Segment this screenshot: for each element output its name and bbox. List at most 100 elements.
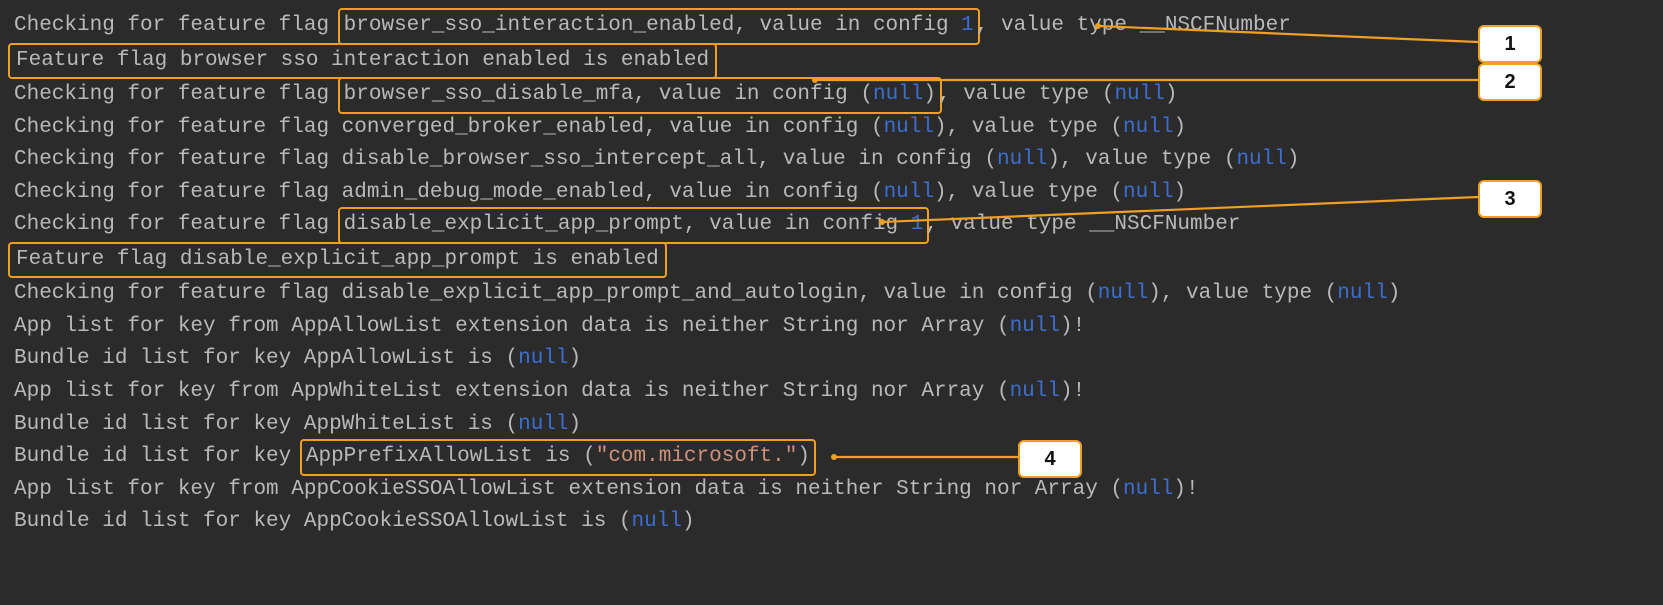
log-text: is ( (455, 347, 518, 370)
log-text: extension data is neither String nor Arr… (442, 380, 1009, 403)
log-line: App list for key from AppAllowList exten… (14, 311, 1649, 344)
log-text: Feature flag disable_explicit_app_prompt… (16, 248, 659, 271)
highlight-box: Feature flag browser sso interaction ena… (8, 43, 717, 80)
log-text: , value type (925, 213, 1089, 236)
log-text: App list for key from (14, 315, 291, 338)
log-text: disable_explicit_app_prompt_and_autologi… (342, 282, 859, 305)
log-text: ) (1148, 282, 1161, 305)
log-line: Bundle id list for key AppCookieSSOAllow… (14, 506, 1649, 539)
token-null: null (632, 510, 682, 533)
log-text: AppAllowList (291, 315, 442, 338)
token-null: null (1098, 282, 1148, 305)
token-null: null (1337, 282, 1387, 305)
log-text: ) (934, 181, 947, 204)
log-text: AppCookieSSOAllowList (291, 478, 556, 501)
log-text: Bundle id list for key (14, 347, 304, 370)
log-text: ( (1224, 148, 1237, 171)
log-text: ( (871, 181, 884, 204)
log-line: Checking for feature flag disable_explic… (14, 278, 1649, 311)
log-text: __NSCFNumber (1140, 14, 1291, 37)
log-text: browser_sso_interaction_enabled (344, 14, 735, 37)
log-text: App list for key from (14, 478, 291, 501)
log-line: Bundle id list for key AppAllowList is (… (14, 343, 1649, 376)
log-text: ( (1110, 116, 1123, 139)
callout-3: 3 (1478, 180, 1542, 218)
log-line: Checking for feature flag admin_debug_mo… (14, 177, 1649, 210)
log-text: , value in config (858, 282, 1085, 305)
log-text: Checking for feature flag (14, 83, 342, 106)
token-number: 1 (961, 14, 974, 37)
callout-2: 2 (1478, 63, 1542, 101)
log-line: Bundle id list for key AppPrefixAllowLis… (14, 441, 1649, 474)
log-text: , value type (976, 14, 1140, 37)
log-text: is ( (533, 445, 596, 468)
log-text: Checking for feature flag (14, 14, 342, 37)
log-text: ) (1173, 116, 1186, 139)
token-null: null (1236, 148, 1286, 171)
log-text: )! (1060, 380, 1085, 403)
log-text: )! (1173, 478, 1198, 501)
log-text: , value in config (644, 181, 871, 204)
log-text: Feature flag browser sso interaction ena… (16, 49, 709, 72)
log-text: ) (1287, 148, 1300, 171)
log-text: , value type (947, 116, 1111, 139)
log-line: App list for key from AppCookieSSOAllowL… (14, 474, 1649, 507)
log-line: Bundle id list for key AppWhiteList is (… (14, 409, 1649, 442)
log-text: AppPrefixAllowList (306, 445, 533, 468)
highlight-box: AppPrefixAllowList is ("com.microsoft.") (300, 439, 816, 476)
token-string: "com.microsoft." (596, 445, 798, 468)
log-line: Checking for feature flag converged_brok… (14, 112, 1649, 145)
log-line: Feature flag disable_explicit_app_prompt… (14, 242, 1649, 279)
log-text: Bundle id list for key (14, 510, 304, 533)
log-text: , value type (1161, 282, 1325, 305)
log-text: Checking for feature flag (14, 282, 342, 305)
log-text: ) (1173, 181, 1186, 204)
log-text: admin_debug_mode_enabled (342, 181, 644, 204)
log-text: , value in config (734, 14, 961, 37)
log-text: , value in config (644, 116, 871, 139)
log-text: browser_sso_disable_mfa (344, 83, 634, 106)
log-text: , value type (947, 181, 1111, 204)
log-text: , value in config (758, 148, 985, 171)
log-text: extension data is neither String nor Arr… (442, 315, 1009, 338)
log-text: __NSCFNumber (1089, 213, 1240, 236)
log-text: ( (1325, 282, 1338, 305)
token-null: null (1114, 83, 1164, 106)
highlight-box: Feature flag disable_explicit_app_prompt… (8, 242, 667, 279)
token-null: null (1010, 315, 1060, 338)
log-text: Bundle id list for key (14, 413, 304, 436)
log-text: ) (569, 347, 582, 370)
log-text: , value in config (634, 83, 861, 106)
log-text: )! (1060, 315, 1085, 338)
log-text: ) (569, 413, 582, 436)
log-line: Checking for feature flag browser_sso_di… (14, 79, 1649, 112)
log-text: ) (682, 510, 695, 533)
log-text: Bundle id list for key (14, 445, 304, 468)
highlight-box: disable_explicit_app_prompt, value in co… (338, 207, 930, 244)
log-text: Checking for feature flag (14, 148, 342, 171)
log-text: Checking for feature flag (14, 181, 342, 204)
log-text: ) (934, 116, 947, 139)
log-text: AppWhiteList (291, 380, 442, 403)
log-text: ( (1110, 181, 1123, 204)
token-null: null (518, 413, 568, 436)
callout-1: 1 (1478, 25, 1542, 63)
log-line: Checking for feature flag browser_sso_in… (14, 10, 1649, 43)
token-null: null (997, 148, 1047, 171)
token-number: 1 (911, 213, 924, 236)
log-text: , value type (938, 83, 1102, 106)
log-line: Checking for feature flag disable_explic… (14, 209, 1649, 242)
log-text: , value in config (684, 213, 911, 236)
log-text: AppAllowList (304, 347, 455, 370)
log-text: is ( (455, 413, 518, 436)
log-text: ( (1102, 83, 1115, 106)
token-null: null (1123, 478, 1173, 501)
log-text: disable_browser_sso_intercept_all (342, 148, 758, 171)
token-null: null (1010, 380, 1060, 403)
callout-4: 4 (1018, 440, 1082, 478)
log-text: extension data is neither String nor Arr… (556, 478, 1123, 501)
token-null: null (884, 116, 934, 139)
log-text: is ( (569, 510, 632, 533)
log-text: ( (1085, 282, 1098, 305)
highlight-box: browser_sso_disable_mfa, value in config… (338, 77, 942, 114)
